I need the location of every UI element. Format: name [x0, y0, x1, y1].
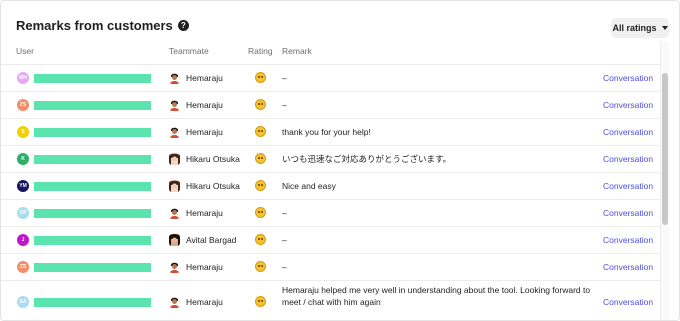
teammate-name: Hemaraju	[186, 262, 223, 272]
redacted-user-name	[34, 155, 151, 164]
table-row: YM Hikaru Otsuka Nice and easy Conversation	[1, 172, 661, 199]
conversation-link[interactable]: Conversation	[603, 73, 653, 83]
table-row: S Hemaraju thank you for your help! Convers…	[1, 118, 661, 145]
teammate-avatar	[169, 261, 180, 273]
teammate-avatar	[169, 153, 180, 165]
column-user: User	[16, 46, 34, 56]
table-row: K Hikaru Otsuka いつも迅速なご対応ありがとうございます。 Conver…	[1, 145, 661, 172]
column-rating: Rating	[248, 46, 273, 56]
teammate-avatar	[169, 99, 180, 111]
teammate-name: Hikaru Otsuka	[186, 154, 240, 164]
table-header: User Teammate Rating Remark	[1, 41, 661, 61]
redacted-user-name	[34, 128, 151, 137]
chevron-down-icon	[661, 26, 668, 30]
teammate-avatar	[169, 72, 180, 84]
rating-filter-dropdown[interactable]: All ratings	[611, 18, 669, 38]
conversation-link[interactable]: Conversation	[603, 154, 653, 164]
redacted-user-name	[34, 74, 151, 83]
table-row: OP Hemaraju – Conversation	[1, 199, 661, 226]
remark-text: thank you for your help!	[282, 127, 371, 137]
teammate-name: Hemaraju	[186, 127, 223, 137]
grinning-emoji-icon	[255, 180, 266, 191]
user-avatar: S	[17, 126, 29, 138]
remark-text: –	[282, 100, 287, 110]
remark-text: –	[282, 235, 287, 245]
redacted-user-name	[34, 209, 151, 218]
user-avatar: K	[17, 153, 29, 165]
table-row: J Avital Bargad – Conversation	[1, 226, 661, 253]
table-row: ZS Hemaraju – Conversation	[1, 91, 661, 118]
remark-text: Nice and easy	[282, 181, 336, 191]
scrollbar-thumb[interactable]	[662, 73, 668, 225]
table-row: SA Hemaraju Hemaraju helped me very well i…	[1, 280, 661, 320]
redacted-user-name	[34, 236, 151, 245]
grinning-emoji-icon	[255, 126, 266, 137]
grinning-emoji-icon	[255, 99, 266, 110]
remark-text: –	[282, 73, 287, 83]
redacted-user-name	[34, 263, 151, 272]
teammate-avatar	[169, 180, 180, 192]
teammate-name: Hemaraju	[186, 100, 223, 110]
grinning-emoji-icon	[255, 72, 266, 83]
user-avatar: ZS	[17, 99, 29, 111]
remark-text: –	[282, 262, 287, 272]
grinning-emoji-icon	[255, 296, 266, 307]
panel-title: Remarks from customers ?	[16, 18, 189, 33]
conversation-link[interactable]: Conversation	[603, 100, 653, 110]
teammate-avatar	[169, 126, 180, 138]
smiling-emoji-icon	[255, 207, 266, 218]
remarks-panel: Remarks from customers ? All ratings Use…	[0, 0, 680, 321]
teammate-name: Hemaraju	[186, 73, 223, 83]
conversation-link[interactable]: Conversation	[603, 235, 653, 245]
user-avatar: YM	[17, 180, 29, 192]
grinning-emoji-icon	[255, 234, 266, 245]
redacted-user-name	[34, 101, 151, 110]
rating-filter-label: All ratings	[612, 23, 657, 33]
user-avatar: MH	[17, 72, 29, 84]
help-icon[interactable]: ?	[177, 20, 189, 31]
teammate-name: Avital Bargad	[186, 235, 237, 245]
smiling-emoji-icon	[255, 261, 266, 272]
panel-title-text: Remarks from customers	[16, 18, 173, 33]
redacted-user-name	[34, 182, 151, 191]
user-avatar: SA	[17, 296, 29, 308]
remark-text: –	[282, 208, 287, 218]
user-avatar: ZS	[17, 261, 29, 273]
user-avatar: J	[17, 234, 29, 246]
conversation-link[interactable]: Conversation	[603, 208, 653, 218]
conversation-link[interactable]: Conversation	[603, 127, 653, 137]
teammate-avatar	[169, 296, 180, 308]
teammate-name: Hikaru Otsuka	[186, 181, 240, 191]
remark-text: いつも迅速なご対応ありがとうございます。	[282, 154, 452, 164]
teammate-name: Hemaraju	[186, 297, 223, 307]
teammate-name: Hemaraju	[186, 208, 223, 218]
redacted-user-name	[34, 298, 151, 307]
column-teammate: Teammate	[169, 46, 209, 56]
conversation-link[interactable]: Conversation	[603, 297, 653, 307]
conversation-link[interactable]: Conversation	[603, 181, 653, 191]
user-avatar: OP	[17, 207, 29, 219]
conversation-link[interactable]: Conversation	[603, 262, 653, 272]
teammate-avatar	[169, 234, 180, 246]
teammate-avatar	[169, 207, 180, 219]
column-remark: Remark	[282, 46, 312, 56]
table-row: MH Hemaraju – Conversation	[1, 64, 661, 91]
grinning-emoji-icon	[255, 153, 266, 164]
remark-text: Hemaraju helped me very well in understa…	[282, 285, 591, 307]
table-row: ZS Hemaraju – Conversation	[1, 253, 661, 280]
